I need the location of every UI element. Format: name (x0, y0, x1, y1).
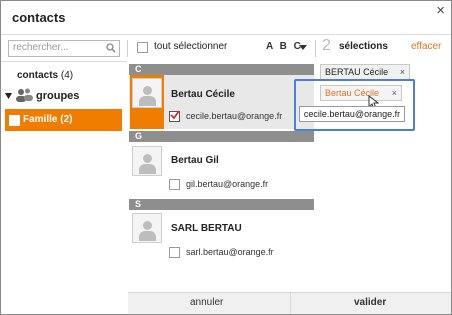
contact-name: Bertau Cécile (171, 89, 235, 100)
remove-icon[interactable]: × (392, 86, 397, 100)
contact-email: gil.bertau@orange.fr (186, 179, 269, 189)
famille-checkbox[interactable] (9, 115, 20, 126)
search-placeholder: rechercher... (13, 42, 69, 53)
email-tooltip: cecile.bertau@orange.fr (299, 106, 405, 122)
group-header-c: C (129, 64, 314, 75)
select-all-label: tout sélectionner (154, 41, 228, 52)
group-icon (16, 88, 33, 102)
contacts-dialog: contacts × rechercher... tout sélectionn… (0, 0, 452, 315)
contact-email: cecile.bertau@orange.fr (186, 111, 283, 121)
avatar (132, 78, 162, 108)
selection-chip[interactable]: BERTAU Cécile × (320, 64, 410, 80)
triangle-down-icon[interactable] (5, 93, 12, 99)
avatar (132, 213, 162, 243)
divider (290, 293, 291, 314)
avatar (132, 146, 162, 176)
contacts-count: (4) (60, 70, 74, 81)
chip-label: BERTAU Cécile (325, 67, 389, 77)
toolbar: rechercher... tout sélectionner A B C 2 … (1, 34, 451, 61)
group-header-g: G (129, 131, 314, 142)
sort-button[interactable]: A B C (266, 41, 303, 52)
contact-checkbox[interactable] (169, 247, 180, 258)
selection-count: 2 (322, 37, 331, 54)
contact-name: SARL BERTAU (171, 223, 242, 234)
search-input[interactable]: rechercher... (8, 40, 120, 57)
chevron-down-icon[interactable] (299, 45, 307, 50)
selection-chip[interactable]: Bertau Cécile × (320, 85, 402, 101)
remove-icon[interactable]: × (400, 65, 405, 79)
divider (315, 40, 316, 57)
contacts-label: contacts (17, 70, 59, 81)
checkmark-icon (170, 110, 180, 120)
group-header-s: S (129, 199, 314, 210)
close-icon[interactable]: × (436, 3, 445, 18)
contact-name: Bertau Gil (171, 155, 219, 166)
sidebar-item-contacts[interactable]: contacts (4) (17, 70, 73, 81)
dialog-title: contacts (12, 10, 66, 25)
contact-list: C Bertau Cécile cecile.bertau@orange.fr … (128, 61, 315, 292)
search-icon[interactable] (106, 43, 116, 53)
divider (127, 40, 128, 57)
cancel-button[interactable]: annuler (190, 297, 223, 308)
contact-checkbox[interactable] (169, 179, 180, 190)
selection-panel: BERTAU Cécile × Bertau Cécile × cecile.b… (294, 61, 451, 292)
sidebar-item-famille[interactable]: Famille (2) (5, 109, 122, 131)
sidebar: contacts (4) groupes Famille (2) (1, 61, 127, 314)
select-all-checkbox[interactable] (137, 42, 148, 53)
sidebar-item-groups[interactable]: groupes (36, 90, 79, 102)
famille-label: Famille (2) (23, 114, 73, 125)
contact-email: sarl.bertau@orange.fr (186, 247, 274, 257)
clear-link[interactable]: effacer (411, 41, 441, 52)
selections-label: sélections (339, 41, 388, 52)
footer: annuler valider (128, 292, 451, 314)
validate-button[interactable]: valider (354, 297, 386, 308)
